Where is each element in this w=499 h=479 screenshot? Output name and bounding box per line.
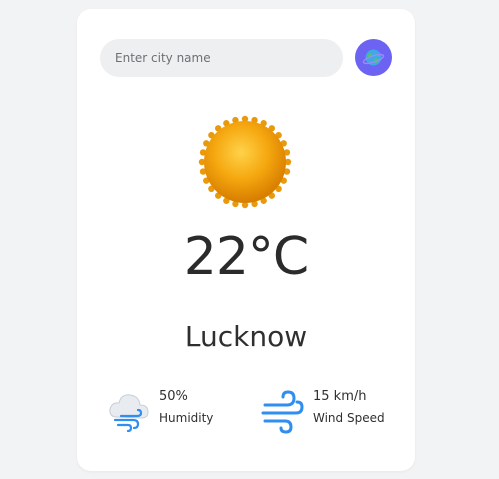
humidity-cloud-icon [107,387,151,435]
humidity-value: 50% [159,389,188,404]
search-input[interactable] [100,39,343,77]
humidity-label: Humidity [159,411,214,425]
wind-icon [261,387,305,435]
search-button[interactable] [355,39,392,76]
humidity-detail: 50% Humidity [107,383,237,435]
search-bar [100,39,392,77]
city-name: Lucknow [184,320,308,353]
wind-value: 15 km/h [313,389,367,404]
globe-icon [362,49,385,66]
wind-label: Wind Speed [313,411,385,425]
temperature-value: 22°C [183,227,309,287]
wind-detail: 15 km/h Wind Speed [261,383,401,435]
weather-card: 22°C Lucknow 50% Humidity 15 km/h Wind S… [77,9,415,471]
sun-icon [195,112,295,212]
